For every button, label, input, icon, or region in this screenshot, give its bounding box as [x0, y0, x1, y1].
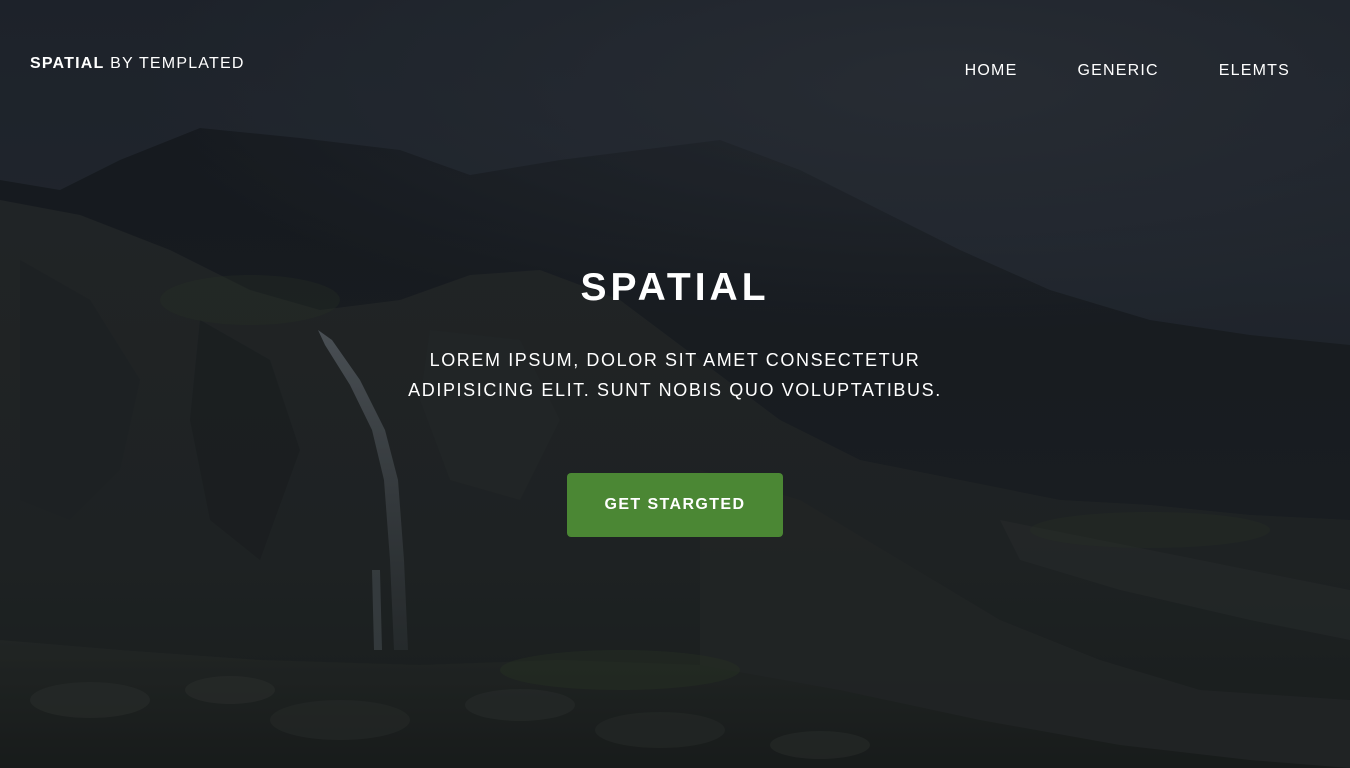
get-started-button[interactable]: GET STARGTED: [567, 473, 783, 537]
nav-item-generic[interactable]: GENERIC: [1077, 62, 1158, 80]
nav-item-elements[interactable]: ELEMTS: [1219, 62, 1290, 80]
hero-title: SPATIAL: [580, 266, 770, 309]
hero-description: LOREM IPSUM, DOLOR SIT AMET CONSECTETUR …: [408, 350, 942, 400]
nav-item-home[interactable]: HOME: [965, 62, 1018, 80]
hero-section: SPATIAL BY TEMPLATED HOME GENERIC ELEMTS…: [0, 0, 1350, 768]
site-logo[interactable]: SPATIAL BY TEMPLATED: [30, 55, 245, 73]
logo-suffix: BY TEMPLATED: [110, 55, 245, 72]
main-nav: HOME GENERIC ELEMTS: [965, 62, 1290, 80]
logo-brand: SPATIAL: [30, 55, 105, 72]
